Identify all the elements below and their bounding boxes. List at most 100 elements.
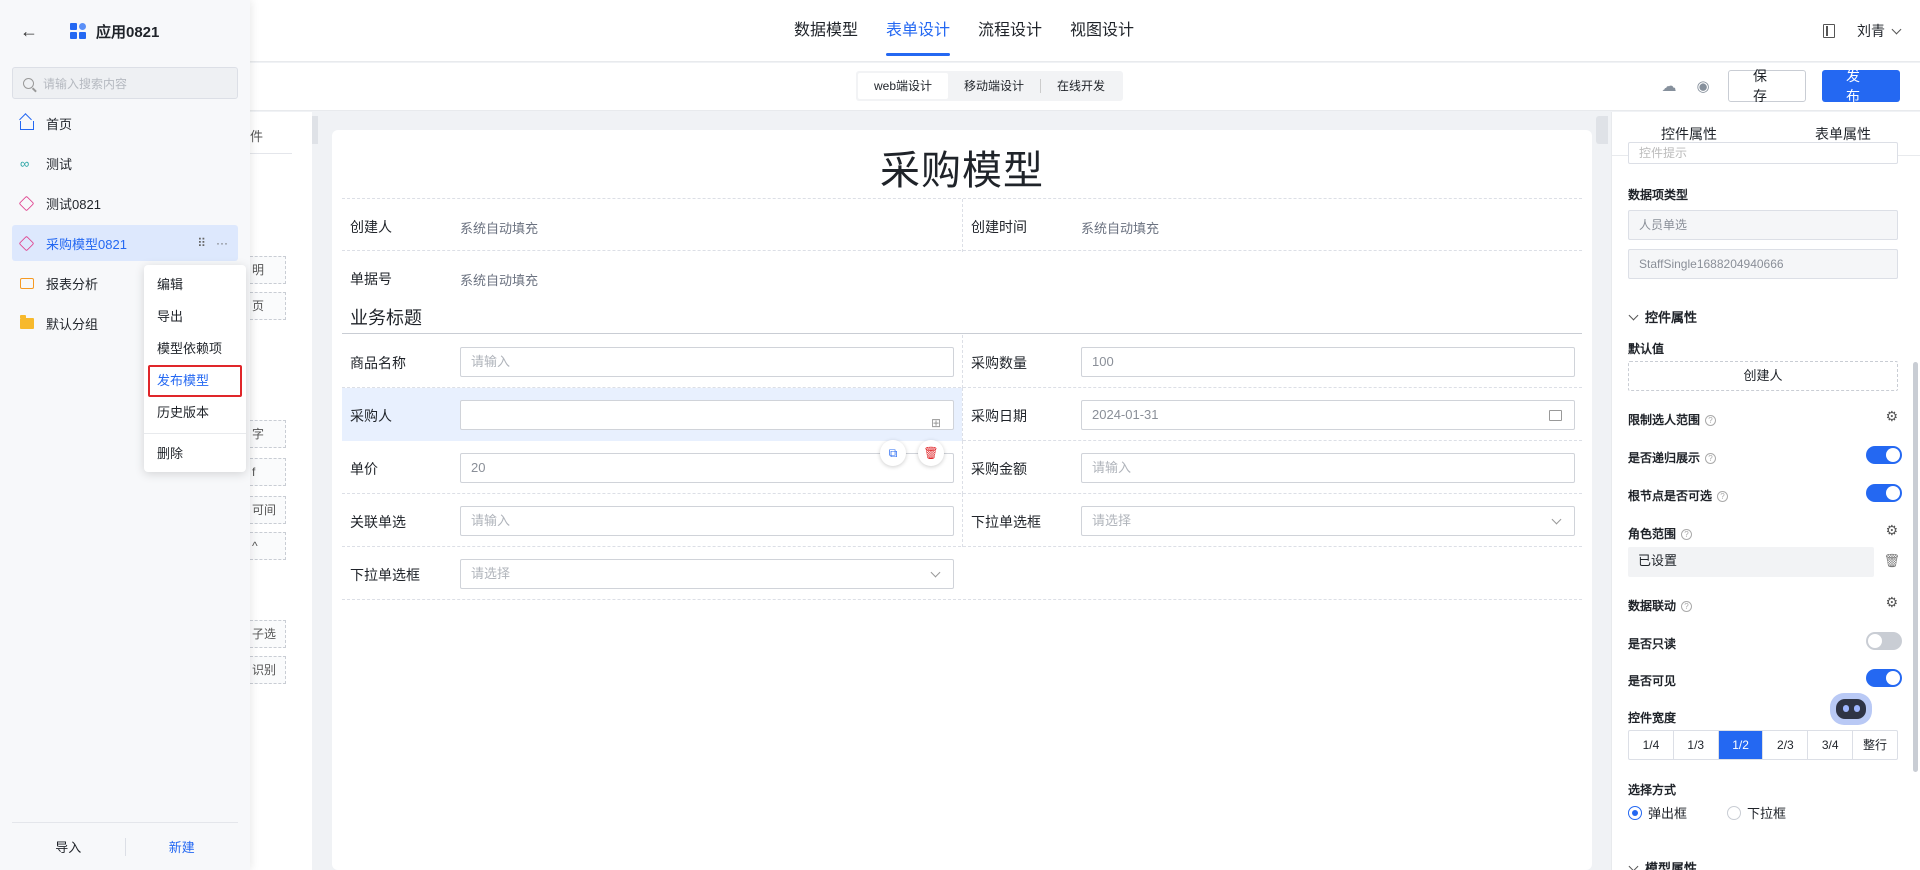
mode-web[interactable]: web端设计 xyxy=(858,73,949,99)
document-icon[interactable] xyxy=(1823,24,1835,38)
nav-item-test[interactable]: ∞ 测试 xyxy=(12,145,238,181)
field-creator[interactable]: 创建人 系统自动填充 xyxy=(342,199,962,252)
settings-gear-icon[interactable]: ⚙ xyxy=(1885,594,1898,611)
section-title[interactable]: 业务标题 xyxy=(350,304,422,330)
field-unit-price[interactable]: 单价 20 xyxy=(342,441,962,494)
field-dropdown-2[interactable]: 下拉单选框 请选择 xyxy=(342,547,962,600)
drag-handle-icon[interactable]: ⠿ xyxy=(197,236,206,250)
component-chip[interactable]: 识别 xyxy=(250,656,286,684)
field-purchase-date[interactable]: 采购日期 2024-01-31 xyxy=(962,388,1582,441)
field-purchase-amount[interactable]: 采购金额 请输入 xyxy=(962,441,1582,494)
field-relation-single[interactable]: 关联单选 请输入 xyxy=(342,494,962,547)
collapse-right-handle[interactable] xyxy=(1596,116,1608,144)
tab-data-model[interactable]: 数据模型 xyxy=(780,0,872,62)
component-panel-header: 件 xyxy=(250,126,292,154)
nav-item-test0821[interactable]: 测试0821 xyxy=(12,185,238,221)
component-chip[interactable]: 子选 xyxy=(250,620,286,648)
readonly-toggle[interactable] xyxy=(1866,632,1902,650)
folder-icon xyxy=(20,314,34,329)
recursive-toggle[interactable] xyxy=(1866,446,1902,464)
field-created-time[interactable]: 创建时间 系统自动填充 xyxy=(962,199,1582,252)
scrollbar[interactable] xyxy=(1913,362,1918,772)
form-row: 单价 20 采购金额 请输入 xyxy=(342,441,1582,494)
menu-item-history[interactable]: 历史版本 xyxy=(144,397,246,429)
relation-input[interactable]: 请输入 xyxy=(460,506,954,536)
radio-dropdown[interactable]: 下拉框 xyxy=(1727,803,1786,822)
tab-process-design[interactable]: 流程设计 xyxy=(964,0,1056,62)
menu-item-dependencies[interactable]: 模型依赖项 xyxy=(144,333,246,365)
radio-popup[interactable]: 弹出框 xyxy=(1628,803,1687,822)
width-option[interactable]: 整行 xyxy=(1853,731,1897,759)
hint-input[interactable]: 控件提示 xyxy=(1628,142,1898,164)
control-properties-section[interactable]: 控件属性 xyxy=(1628,307,1697,326)
calendar-icon[interactable] xyxy=(1549,410,1562,421)
menu-item-publish-model[interactable]: 发布模型 xyxy=(148,365,242,397)
width-option[interactable]: 1/4 xyxy=(1629,731,1674,759)
readonly-label: 是否只读 xyxy=(1628,637,1677,651)
mode-online-dev[interactable]: 在线开发 xyxy=(1041,73,1121,99)
purchase-amount-input[interactable]: 请输入 xyxy=(1081,453,1575,483)
preview-eye-icon[interactable]: ◉ xyxy=(1694,77,1712,95)
component-chip[interactable]: f xyxy=(250,458,286,486)
settings-gear-icon[interactable]: ⚙ xyxy=(1885,408,1898,425)
nav-item-home[interactable]: 首页 xyxy=(12,105,238,141)
model-properties-section[interactable]: 模型属性 xyxy=(1628,858,1697,870)
purchase-qty-input[interactable]: 100 xyxy=(1081,347,1575,377)
field-buyer-selected[interactable]: 采购人 ⊞ xyxy=(342,388,962,441)
trash-icon[interactable]: 🗑 xyxy=(1883,553,1900,569)
new-button[interactable]: 新建 xyxy=(126,837,239,856)
width-option[interactable]: 2/3 xyxy=(1763,731,1809,759)
label-text: 数据联动 xyxy=(1628,599,1677,613)
width-option[interactable]: 1/3 xyxy=(1674,731,1719,759)
import-button[interactable]: 导入 xyxy=(12,837,125,856)
help-icon[interactable]: ? xyxy=(1681,529,1693,540)
form-title[interactable]: 采购模型 xyxy=(332,138,1592,196)
menu-item-edit[interactable]: 编辑 xyxy=(144,269,246,301)
delete-field-button[interactable]: 🗑 xyxy=(918,440,944,466)
nav-item-purchase-model[interactable]: 采购模型0821 ⠿ ··· xyxy=(12,225,238,261)
menu-item-delete[interactable]: 删除 xyxy=(144,438,246,470)
properties-panel: 控件属性 表单属性 控件提示 数据项类型 人员单选 StaffSingle168… xyxy=(1611,112,1920,870)
cloud-upload-icon[interactable]: ☁ xyxy=(1660,77,1678,95)
width-option[interactable]: 3/4 xyxy=(1808,731,1854,759)
field-product-name[interactable]: 商品名称 请输入 xyxy=(342,335,962,388)
default-value-field[interactable]: 创建人 xyxy=(1628,361,1898,391)
tab-form-design[interactable]: 表单设计 xyxy=(872,0,964,62)
control-width-label: 控件宽度 xyxy=(1628,711,1677,725)
component-chip[interactable]: 可间 xyxy=(250,496,286,524)
dropdown-select[interactable]: 请选择 xyxy=(460,559,954,589)
product-name-input[interactable]: 请输入 xyxy=(460,347,954,377)
ai-assistant-robot-icon[interactable] xyxy=(1826,685,1876,731)
root-selectable-toggle[interactable] xyxy=(1866,484,1902,502)
mode-mobile[interactable]: 移动端设计 xyxy=(948,73,1040,99)
component-chip[interactable]: ^ xyxy=(250,532,286,560)
copy-field-button[interactable]: ⧉ xyxy=(880,440,906,466)
save-button[interactable]: 保 存 xyxy=(1728,68,1806,104)
back-arrow-icon[interactable]: ← xyxy=(20,21,40,42)
top-tabs: 数据模型 表单设计 流程设计 视图设计 xyxy=(780,0,1148,62)
tab-view-design[interactable]: 视图设计 xyxy=(1056,0,1148,62)
help-icon[interactable]: ? xyxy=(1717,491,1729,502)
field-dropdown-1[interactable]: 下拉单选框 请选择 xyxy=(962,494,1582,547)
menu-item-export[interactable]: 导出 xyxy=(144,301,246,333)
publish-button[interactable]: 发 布 xyxy=(1822,68,1900,104)
help-icon[interactable]: ? xyxy=(1705,415,1717,426)
org-tree-icon[interactable]: ⊞ xyxy=(931,409,941,437)
search-input[interactable]: 请输入搜索内容 xyxy=(12,67,238,99)
help-icon[interactable]: ? xyxy=(1705,453,1717,464)
component-chip[interactable]: 页 xyxy=(250,292,286,320)
purchase-date-input[interactable]: 2024-01-31 xyxy=(1081,400,1575,430)
dropdown-select[interactable]: 请选择 xyxy=(1081,506,1575,536)
field-doc-no[interactable]: 单据号 系统自动填充 xyxy=(342,251,962,304)
field-purchase-qty[interactable]: 采购数量 100 xyxy=(962,335,1582,388)
buyer-input[interactable]: ⊞ xyxy=(460,400,954,430)
more-icon[interactable]: ··· xyxy=(216,236,228,250)
row-tools: ⠿ ··· xyxy=(197,225,228,261)
user-menu[interactable]: 刘青 xyxy=(1857,21,1902,41)
component-chip[interactable]: 明 xyxy=(250,256,286,284)
component-chip[interactable]: 字 xyxy=(250,420,286,448)
role-range-value[interactable]: 已设置 xyxy=(1628,547,1874,577)
help-icon[interactable]: ? xyxy=(1681,601,1693,612)
settings-gear-icon[interactable]: ⚙ xyxy=(1885,522,1898,539)
width-option-selected[interactable]: 1/2 xyxy=(1718,731,1764,759)
